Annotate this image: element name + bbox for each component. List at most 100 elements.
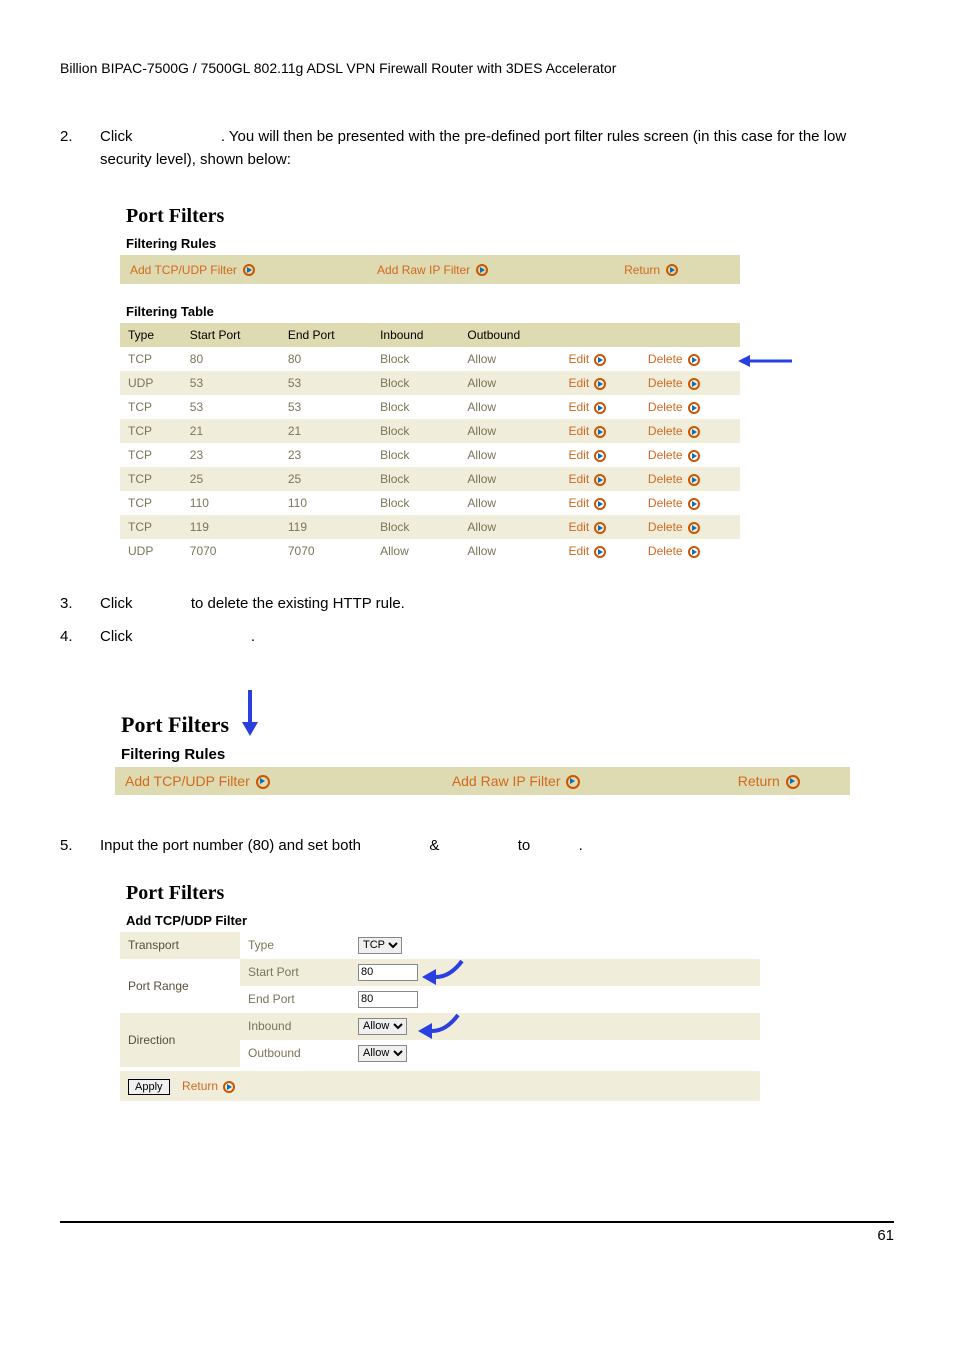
delete-link[interactable]: Delete: [640, 395, 740, 419]
table-row: TCP2323BlockAllowEdit Delete: [120, 443, 740, 467]
link-label: Return: [624, 263, 660, 277]
col-start-port: Start Port: [182, 323, 280, 347]
edit-link[interactable]: Edit: [560, 515, 639, 539]
delete-link[interactable]: Delete: [640, 443, 740, 467]
outbound-select[interactable]: Allow: [358, 1045, 407, 1062]
return-link[interactable]: Return: [182, 1079, 235, 1093]
start-port-input[interactable]: [358, 964, 418, 981]
link-arrow-icon: [688, 522, 700, 534]
cell-outbound: Allow: [459, 443, 560, 467]
table-row: TCP8080BlockAllowEdit Delete: [120, 347, 740, 371]
cell-start: 23: [182, 443, 280, 467]
cell-inbound: Block: [372, 419, 459, 443]
edit-link[interactable]: Edit: [560, 347, 639, 371]
cell-start: 21: [182, 419, 280, 443]
link-arrow-icon: [688, 474, 700, 486]
cell-type: TCP: [120, 347, 182, 371]
filtering-rules-links: Add TCP/UDP Filter Add Raw IP Filter Ret…: [120, 255, 740, 284]
delete-link[interactable]: Delete: [640, 539, 740, 563]
step3-suffix: to delete the existing HTTP rule.: [191, 595, 405, 612]
step5-mid2: to: [518, 837, 535, 854]
annotation-arrow-icon: [416, 1011, 466, 1046]
cell-type: UDP: [120, 539, 182, 563]
cell-type: TCP: [120, 515, 182, 539]
cell-end: 7070: [280, 539, 372, 563]
inbound-select[interactable]: Allow: [358, 1018, 407, 1035]
add-tcp-udp-filter-link[interactable]: Add TCP/UDP Filter: [115, 767, 442, 795]
cell-outbound: Allow: [459, 467, 560, 491]
link-arrow-icon: [688, 450, 700, 462]
port-range-label: Port Range: [120, 959, 240, 1013]
table-row: TCP5353BlockAllowEdit Delete: [120, 395, 740, 419]
cell-type: TCP: [120, 395, 182, 419]
step-text: Click . You will then be presented with …: [100, 126, 894, 171]
cell-inbound: Block: [372, 371, 459, 395]
return-link[interactable]: Return: [614, 255, 740, 284]
type-select[interactable]: TCP: [358, 937, 402, 954]
link-arrow-icon: [594, 450, 606, 462]
panel-title: Port Filters: [120, 878, 760, 909]
link-arrow-icon: [594, 522, 606, 534]
delete-link[interactable]: Delete: [640, 515, 740, 539]
cell-start: 53: [182, 371, 280, 395]
edit-link[interactable]: Edit: [560, 419, 639, 443]
link-label: Add TCP/UDP Filter: [130, 263, 237, 277]
link-label: Add TCP/UDP Filter: [125, 773, 250, 789]
link-arrow-icon: [594, 426, 606, 438]
step-text: Click to delete the existing HTTP rule.: [100, 593, 894, 616]
step-number: 2.: [60, 126, 100, 171]
end-port-input[interactable]: [358, 991, 418, 1008]
link-arrow-icon: [256, 775, 270, 789]
cell-end: 25: [280, 467, 372, 491]
step4-prefix: Click: [100, 628, 137, 645]
step-5: 5. Input the port number (80) and set bo…: [60, 835, 894, 858]
return-link[interactable]: Return: [728, 767, 850, 795]
step-number: 3.: [60, 593, 100, 616]
start-port-label: Start Port: [240, 959, 350, 986]
edit-link[interactable]: Edit: [560, 371, 639, 395]
add-raw-ip-filter-link[interactable]: Add Raw IP Filter: [442, 767, 728, 795]
link-arrow-icon: [566, 775, 580, 789]
cell-type: TCP: [120, 491, 182, 515]
apply-button[interactable]: Apply: [128, 1079, 170, 1095]
cell-outbound: Allow: [459, 515, 560, 539]
step5-prefix: Input the port number (80) and set both: [100, 837, 365, 854]
transport-label: Transport: [120, 932, 240, 959]
type-cell: TCP: [350, 932, 760, 959]
delete-link[interactable]: Delete: [640, 491, 740, 515]
link-arrow-icon: [223, 1081, 235, 1093]
edit-link[interactable]: Edit: [560, 467, 639, 491]
delete-link[interactable]: Delete: [640, 467, 740, 491]
link-label: Add Raw IP Filter: [377, 263, 470, 277]
add-tcp-udp-filter-link[interactable]: Add TCP/UDP Filter: [120, 255, 367, 284]
edit-link[interactable]: Edit: [560, 443, 639, 467]
cell-outbound: Allow: [459, 347, 560, 371]
cell-inbound: Block: [372, 443, 459, 467]
link-arrow-icon: [594, 354, 606, 366]
delete-link[interactable]: Delete: [640, 371, 740, 395]
edit-link[interactable]: Edit: [560, 395, 639, 419]
step-3: 3. Click to delete the existing HTTP rul…: [60, 593, 894, 616]
page-number: 61: [877, 1227, 894, 1244]
cell-type: TCP: [120, 443, 182, 467]
cell-end: 80: [280, 347, 372, 371]
add-filter-form: Transport Type TCP Port Range Start Port…: [120, 932, 760, 1067]
edit-link[interactable]: Edit: [560, 491, 639, 515]
link-arrow-icon: [476, 264, 488, 276]
link-arrow-icon: [594, 498, 606, 510]
step2-prefix: Click: [100, 128, 137, 145]
panel-title: Port Filters: [120, 201, 894, 232]
cell-end: 23: [280, 443, 372, 467]
link-arrow-icon: [688, 426, 700, 438]
annotation-arrow-icon: [235, 688, 265, 742]
link-arrow-icon: [688, 498, 700, 510]
delete-link[interactable]: Delete: [640, 347, 740, 371]
add-raw-ip-filter-link[interactable]: Add Raw IP Filter: [367, 255, 614, 284]
edit-link[interactable]: Edit: [560, 539, 639, 563]
col-inbound: Inbound: [372, 323, 459, 347]
table-row: TCP119119BlockAllowEdit Delete: [120, 515, 740, 539]
col-type: Type: [120, 323, 182, 347]
cell-inbound: Block: [372, 395, 459, 419]
cell-start: 7070: [182, 539, 280, 563]
delete-link[interactable]: Delete: [640, 419, 740, 443]
